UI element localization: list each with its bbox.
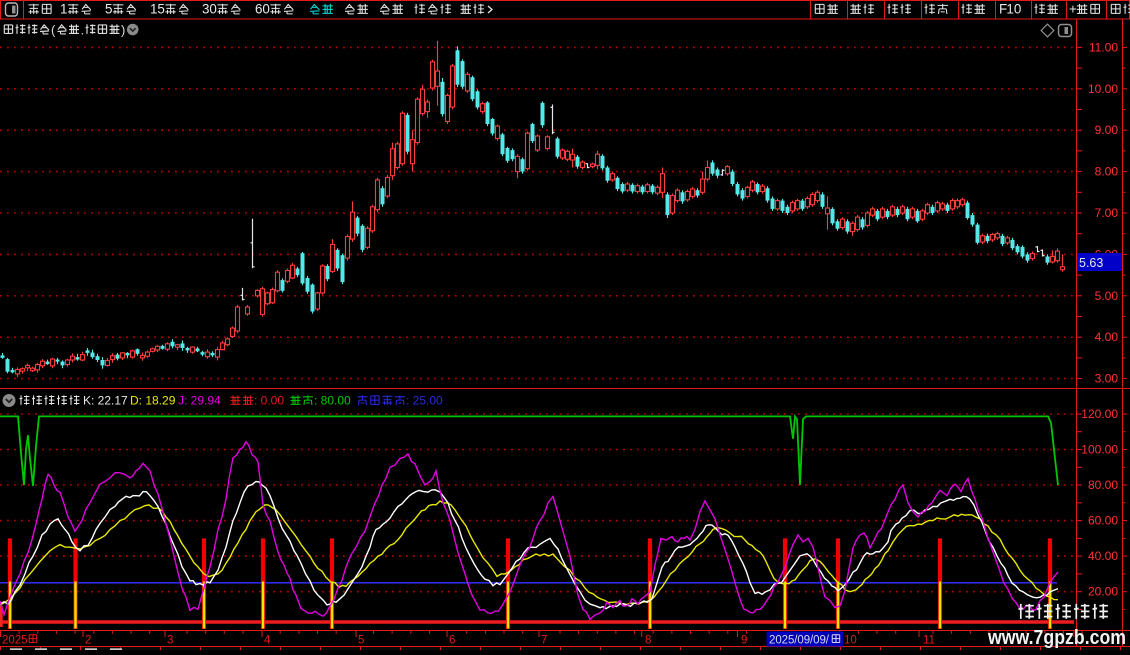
svg-text:K: 22.17: K: 22.17: [83, 394, 128, 408]
svg-text:3: 3: [202, 2, 209, 17]
svg-text:11: 11: [923, 635, 935, 647]
svg-text:: 80.00: : 80.00: [314, 394, 351, 408]
svg-text:4.00: 4.00: [1095, 330, 1119, 344]
svg-text:8: 8: [645, 635, 651, 647]
svg-text:2025: 2025: [2, 635, 28, 647]
svg-text:3: 3: [167, 635, 173, 647]
svg-text:5.00: 5.00: [1095, 289, 1119, 303]
svg-text:): ): [121, 23, 125, 38]
svg-text:8.00: 8.00: [1095, 165, 1119, 179]
svg-text:(: (: [51, 23, 56, 38]
svg-text:2: 2: [85, 635, 91, 647]
svg-text:5: 5: [358, 635, 364, 647]
svg-text:120.00: 120.00: [1081, 407, 1118, 421]
svg-text:4: 4: [264, 635, 271, 647]
svg-text:2025/09/09/: 2025/09/09/: [769, 635, 830, 647]
svg-text:: 0.00: : 0.00: [254, 394, 284, 408]
svg-text:5: 5: [157, 2, 164, 17]
svg-text:40.00: 40.00: [1088, 549, 1118, 563]
svg-text:60.00: 60.00: [1088, 514, 1118, 528]
svg-text:5: 5: [105, 2, 112, 17]
svg-text:100.00: 100.00: [1081, 443, 1118, 457]
svg-text:10.00: 10.00: [1088, 82, 1118, 96]
svg-text:6: 6: [255, 2, 262, 17]
svg-text:1: 1: [60, 2, 67, 17]
svg-text:1: 1: [1006, 2, 1013, 17]
svg-text:9.00: 9.00: [1095, 123, 1119, 137]
svg-text:D: 18.29: D: 18.29: [130, 394, 176, 408]
svg-text:10: 10: [844, 635, 857, 647]
svg-text:6: 6: [449, 635, 455, 647]
svg-text:J: 29.94: J: 29.94: [178, 394, 221, 408]
svg-text:7: 7: [541, 635, 547, 647]
svg-text:20.00: 20.00: [1088, 585, 1118, 599]
svg-text:0: 0: [262, 2, 269, 17]
svg-text:80.00: 80.00: [1088, 478, 1118, 492]
svg-text:9: 9: [741, 635, 747, 647]
svg-text:+: +: [1069, 2, 1077, 17]
svg-text:1: 1: [150, 2, 157, 17]
svg-text:5.63: 5.63: [1079, 256, 1103, 270]
svg-text:3.00: 3.00: [1095, 372, 1119, 386]
svg-text:7.00: 7.00: [1095, 206, 1119, 220]
svg-text:.: .: [81, 23, 85, 38]
svg-text:: 25.00: : 25.00: [406, 394, 443, 408]
svg-text:www.7gpzb.com: www.7gpzb.com: [987, 627, 1126, 649]
svg-text:0: 0: [1014, 2, 1021, 17]
svg-text:0: 0: [209, 2, 216, 17]
svg-text:11.00: 11.00: [1089, 40, 1118, 54]
